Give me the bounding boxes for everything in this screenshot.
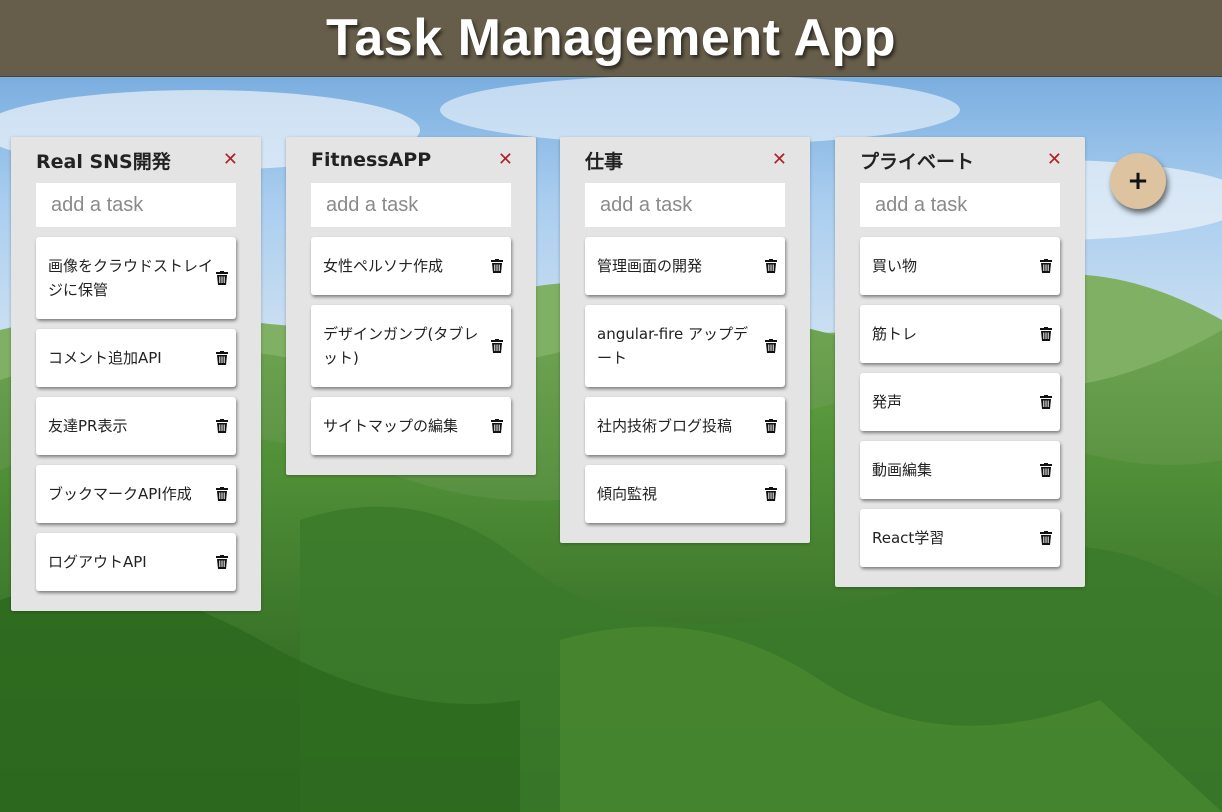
task-card[interactable]: ログアウトAPI [36, 533, 236, 591]
task-text: 女性ペルソナ作成 [323, 257, 444, 275]
task-text: 発声 [872, 393, 903, 411]
trash-icon[interactable] [1040, 259, 1052, 273]
trash-icon[interactable] [216, 271, 228, 285]
task-text: ブックマークAPI作成 [48, 485, 192, 503]
task-card[interactable]: デザインガンプ(タブレット) [311, 305, 511, 387]
app-title: Task Management App [325, 9, 897, 67]
trash-icon[interactable] [491, 419, 503, 433]
task-text: 傾向監視 [597, 485, 658, 503]
task-card[interactable]: 女性ペルソナ作成 [311, 237, 511, 295]
list-header: FitnessAPP ✕ [311, 137, 513, 183]
task-list: FitnessAPP ✕ 女性ペルソナ作成 デザインガンプ(タブレット) サイト… [286, 137, 536, 475]
close-icon[interactable]: ✕ [223, 151, 238, 169]
list-header: プライベート ✕ [860, 137, 1062, 183]
trash-icon[interactable] [491, 339, 503, 353]
task-card[interactable]: 社内技術ブログ投稿 [585, 397, 785, 455]
task-text: ログアウトAPI [48, 553, 147, 571]
trash-icon[interactable] [1040, 463, 1052, 477]
trash-icon[interactable] [765, 487, 777, 501]
add-task-input[interactable] [860, 183, 1060, 227]
list-header: 仕事 ✕ [585, 137, 787, 183]
trash-icon[interactable] [765, 339, 777, 353]
task-text: angular-fire アップデート [597, 325, 748, 367]
app-header: Task Management App [0, 0, 1222, 77]
task-card[interactable]: コメント追加API [36, 329, 236, 387]
task-card[interactable]: 筋トレ [860, 305, 1060, 363]
add-task-input[interactable] [311, 183, 511, 227]
task-text: 動画編集 [872, 461, 933, 479]
add-task-input[interactable] [585, 183, 785, 227]
task-text: React学習 [872, 529, 945, 547]
task-text: コメント追加API [48, 349, 162, 367]
task-list: プライベート ✕ 買い物 筋トレ 発声 動画編集 React学習 [835, 137, 1085, 587]
task-text: 買い物 [872, 257, 918, 275]
task-card[interactable]: 発声 [860, 373, 1060, 431]
task-list: Real SNS開発 ✕ 画像をクラウドストレイジに保管 コメント追加API 友… [11, 137, 261, 611]
trash-icon[interactable] [216, 555, 228, 569]
task-card[interactable]: 買い物 [860, 237, 1060, 295]
task-text: 社内技術ブログ投稿 [597, 417, 733, 435]
trash-icon[interactable] [1040, 531, 1052, 545]
list-title: 仕事 [585, 150, 624, 173]
task-card[interactable]: 画像をクラウドストレイジに保管 [36, 237, 236, 319]
task-text: 管理画面の開発 [597, 257, 703, 275]
task-list: 仕事 ✕ 管理画面の開発 angular-fire アップデート 社内技術ブログ… [560, 137, 810, 543]
trash-icon[interactable] [765, 259, 777, 273]
task-card[interactable]: サイトマップの編集 [311, 397, 511, 455]
task-card[interactable]: angular-fire アップデート [585, 305, 785, 387]
add-list-button[interactable]: + [1110, 153, 1166, 209]
list-title: FitnessAPP [311, 149, 432, 171]
close-icon[interactable]: ✕ [498, 151, 513, 169]
trash-icon[interactable] [491, 259, 503, 273]
task-text: 筋トレ [872, 325, 918, 343]
task-text: 画像をクラウドストレイジに保管 [48, 257, 214, 299]
trash-icon[interactable] [765, 419, 777, 433]
list-title: Real SNS開発 [36, 150, 171, 173]
task-card[interactable]: 友達PR表示 [36, 397, 236, 455]
task-card[interactable]: 動画編集 [860, 441, 1060, 499]
plus-icon: + [1127, 166, 1149, 196]
close-icon[interactable]: ✕ [772, 151, 787, 169]
close-icon[interactable]: ✕ [1047, 151, 1062, 169]
trash-icon[interactable] [1040, 327, 1052, 341]
task-card[interactable]: 管理画面の開発 [585, 237, 785, 295]
task-card[interactable]: ブックマークAPI作成 [36, 465, 236, 523]
list-header: Real SNS開発 ✕ [36, 137, 238, 183]
task-text: デザインガンプ(タブレット) [323, 325, 479, 367]
task-text: サイトマップの編集 [323, 417, 459, 435]
list-title: プライベート [860, 150, 975, 173]
add-task-input[interactable] [36, 183, 236, 227]
trash-icon[interactable] [216, 351, 228, 365]
trash-icon[interactable] [216, 487, 228, 501]
trash-icon[interactable] [216, 419, 228, 433]
task-text: 友達PR表示 [48, 417, 128, 435]
task-card[interactable]: React学習 [860, 509, 1060, 567]
trash-icon[interactable] [1040, 395, 1052, 409]
task-card[interactable]: 傾向監視 [585, 465, 785, 523]
